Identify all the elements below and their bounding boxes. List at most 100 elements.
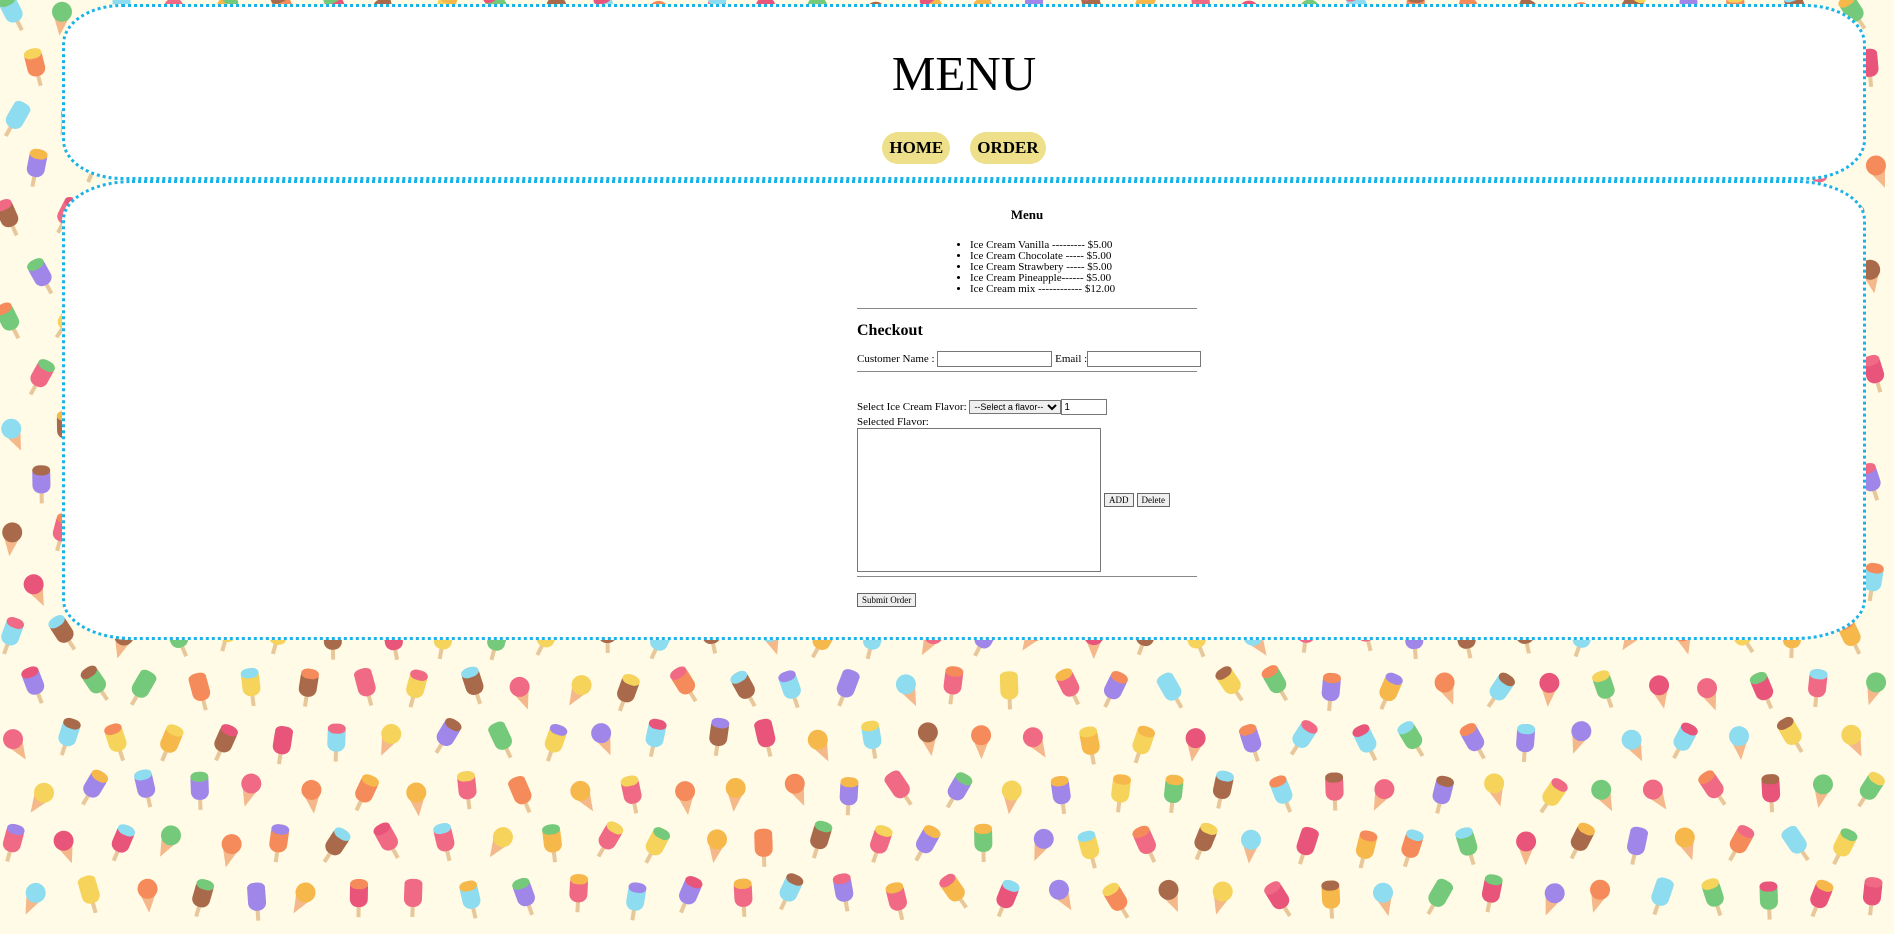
- popsicle-decoration: [349, 879, 369, 918]
- popsicle-decoration: [133, 769, 156, 808]
- selected-flavor-textarea[interactable]: [857, 428, 1101, 572]
- popsicle-decoration: [461, 666, 484, 705]
- popsicle-decoration: [709, 717, 730, 757]
- nav-home-button[interactable]: HOME: [882, 132, 951, 164]
- popsicle-decoration: [192, 879, 215, 918]
- popsicle-decoration: [645, 718, 667, 758]
- popsicle-decoration: [188, 672, 211, 711]
- popsicle-decoration: [620, 775, 642, 814]
- popsicle-decoration: [542, 824, 562, 863]
- popsicle-decoration: [190, 771, 209, 810]
- checkout-heading: Checkout: [857, 322, 923, 339]
- nav-order-button[interactable]: ORDER: [970, 132, 1046, 164]
- popsicle-decoration: [670, 666, 698, 703]
- popsicle-decoration: [272, 726, 294, 765]
- flavor-select[interactable]: --Select a flavor--: [969, 400, 1062, 414]
- popsicle-decoration: [1862, 877, 1883, 916]
- popsicle-decoration: [80, 665, 109, 701]
- popsicle-decoration: [1103, 671, 1128, 708]
- popsicle-decoration: [914, 825, 941, 862]
- popsicle-decoration: [754, 718, 776, 757]
- popsicle-decoration: [1701, 878, 1724, 917]
- popsicle-decoration: [1401, 829, 1424, 868]
- popsicle-decoration: [322, 827, 351, 863]
- popsicle-decoration: [1627, 826, 1649, 866]
- popsicle-decoration: [512, 877, 535, 916]
- popsicle-decoration: [1264, 881, 1292, 918]
- popsicle-decoration: [269, 824, 290, 863]
- popsicle-decoration: [32, 465, 51, 504]
- popsicle-decoration: [1355, 830, 1378, 869]
- quantity-input[interactable]: [1061, 399, 1108, 415]
- cone-decoration: [1373, 779, 1395, 811]
- popsicle-decoration: [433, 823, 455, 862]
- cone-decoration: [675, 781, 696, 815]
- popsicle-decoration: [2, 823, 25, 862]
- cone-decoration: [1, 418, 22, 451]
- cone-decoration: [707, 829, 728, 864]
- popsicle-decoration: [1296, 826, 1319, 865]
- email-input[interactable]: [1087, 351, 1202, 367]
- popsicle-decoration: [1321, 672, 1341, 712]
- popsicle-decoration: [1761, 774, 1781, 813]
- popsicle-decoration: [1698, 770, 1727, 806]
- popsicle-decoration: [1516, 723, 1536, 763]
- delete-button[interactable]: Delete: [1136, 493, 1170, 507]
- cone-decoration: [1729, 726, 1750, 761]
- cone-decoration: [30, 782, 54, 813]
- popsicle-decoration: [836, 669, 860, 707]
- flavor-select-label: Select Ice Cream Flavor:: [857, 401, 967, 413]
- popsicle-decoration: [27, 258, 54, 295]
- popsicle-decoration: [354, 774, 379, 812]
- popsicle-decoration: [1194, 822, 1218, 861]
- popsicle-decoration: [617, 673, 640, 712]
- popsicle-decoration: [644, 827, 671, 864]
- popsicle-decoration: [943, 666, 964, 705]
- popsicle-decoration: [861, 720, 882, 759]
- popsicle-decoration: [1808, 668, 1828, 708]
- popsicle-decoration: [403, 878, 423, 917]
- popsicle-decoration: [626, 882, 647, 921]
- cone-decoration: [301, 779, 322, 814]
- popsicle-decoration: [1111, 774, 1131, 813]
- popsicle-decoration: [58, 717, 81, 756]
- cone-decoration: [1544, 883, 1565, 916]
- popsicle-decoration: [1, 617, 24, 655]
- cone-decoration: [725, 777, 746, 812]
- popsicle-decoration: [1321, 880, 1341, 919]
- cone-decoration: [1642, 779, 1667, 810]
- cone-decoration: [241, 773, 262, 807]
- popsicle-decoration: [733, 878, 753, 917]
- divider: [857, 371, 1197, 372]
- popsicle-decoration: [1261, 665, 1289, 702]
- popsicle-decoration: [1132, 725, 1155, 764]
- popsicle-decoration: [1269, 775, 1293, 813]
- cone-decoration: [23, 574, 44, 607]
- cone-decoration: [1212, 881, 1233, 915]
- cone-decoration: [2, 522, 23, 557]
- customer-name-input[interactable]: [937, 351, 1053, 367]
- popsicle-decoration: [1352, 724, 1378, 762]
- popsicle-decoration: [1781, 825, 1810, 862]
- add-button[interactable]: ADD: [1104, 493, 1134, 507]
- menu-list: Ice Cream Vanilla --------- $5.00 Ice Cr…: [857, 240, 1197, 295]
- popsicle-decoration: [1455, 827, 1478, 866]
- popsicle-decoration: [945, 772, 973, 809]
- customer-name-label: Customer Name :: [857, 353, 935, 365]
- popsicle-decoration: [1728, 825, 1755, 862]
- popsicle-decoration: [778, 670, 801, 709]
- cone-decoration: [1516, 831, 1537, 866]
- popsicle-decoration: [974, 823, 993, 862]
- popsicle-decoration: [26, 148, 48, 188]
- cone-decoration: [381, 723, 402, 756]
- submit-order-button[interactable]: Submit Order: [857, 593, 917, 607]
- popsicle-decoration: [1156, 672, 1184, 709]
- cone-decoration: [1649, 675, 1670, 709]
- popsicle-decoration: [870, 825, 893, 863]
- page-title: MENU: [891, 46, 1037, 101]
- popsicle-decoration: [508, 775, 532, 814]
- popsicle-decoration: [1651, 877, 1674, 916]
- cone-decoration: [971, 725, 992, 760]
- popsicle-decoration: [1459, 723, 1486, 760]
- popsicle-decoration: [1481, 874, 1503, 913]
